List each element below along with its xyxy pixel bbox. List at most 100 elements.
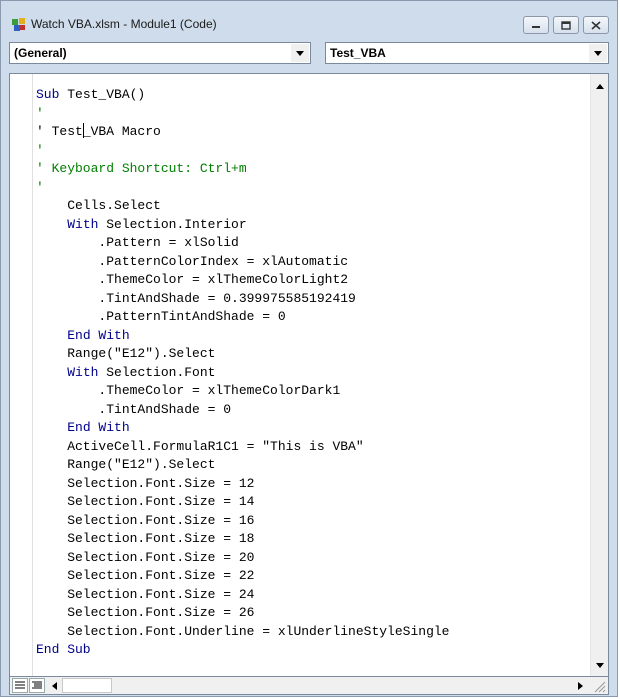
code-line[interactable]: Selection.Font.Size = 22: [36, 567, 449, 586]
code-editor[interactable]: Sub Test_VBA() ' ' Test_VBA Macro ' ' Keyboa…: [9, 73, 609, 677]
code-text-segment: [36, 328, 67, 343]
procedure-dropdown[interactable]: Test_VBA: [325, 42, 609, 64]
code-text-segment: .Pattern = xlSolid: [36, 235, 239, 250]
code-line[interactable]: .Pattern = xlSolid: [36, 234, 449, 253]
code-text-segment: ' Test: [36, 124, 83, 139]
procedure-dropdown-value: Test_VBA: [330, 46, 386, 60]
code-line[interactable]: Selection.Font.Underline = xlUnderlineSt…: [36, 623, 449, 642]
maximize-button[interactable]: [553, 16, 579, 34]
code-text-segment: Selection.Font.Size = 18: [36, 531, 255, 546]
code-text-segment: Cells.Select: [36, 198, 161, 213]
code-line[interactable]: Selection.Font.Size = 18: [36, 530, 449, 549]
object-dropdown[interactable]: (General): [9, 42, 311, 64]
code-text-segment: .TintAndShade = 0.399975585192419: [36, 290, 356, 306]
code-text-segment: Selection.Interior: [106, 216, 247, 232]
code-line[interactable]: Selection.Font.Size = 14: [36, 493, 449, 512]
code-text-segment: .ThemeColor = xlThemeColorDark1: [36, 383, 341, 398]
code-dropdowns: (General) Test_VBA: [9, 42, 609, 66]
code-keyword: With: [67, 216, 107, 232]
code-text-segment: Test_VBA(): [67, 87, 146, 102]
window-title: Watch VBA.xlsm - Module1 (Code): [31, 17, 217, 31]
code-line[interactable]: .PatternColorIndex = xlAutomatic: [36, 253, 449, 272]
code-text-segment: ActiveCell.FormulaR1C1 = "This is VBA": [36, 438, 364, 454]
code-line[interactable]: Sub Test_VBA(): [36, 86, 449, 105]
code-text-segment: Selection.Font.Size = 22: [36, 568, 255, 583]
code-line[interactable]: With Selection.Interior: [36, 216, 449, 235]
object-dropdown-value: (General): [14, 46, 67, 60]
chevron-down-icon[interactable]: [291, 44, 309, 62]
close-button[interactable]: [583, 16, 609, 34]
code-line[interactable]: Range("E12").Select: [36, 456, 449, 475]
vertical-scrollbar[interactable]: [590, 74, 608, 676]
code-line[interactable]: ' Keyboard Shortcut: Ctrl+m: [36, 160, 449, 179]
code-line[interactable]: Selection.Font.Size = 20: [36, 549, 449, 568]
code-comment: ' Keyboard Shortcut: Ctrl+m: [36, 161, 247, 176]
full-module-view-button[interactable]: [29, 678, 45, 693]
code-text-segment: _VBA Macro: [82, 124, 161, 139]
scroll-up-button[interactable]: [591, 78, 608, 95]
code-text-segment: Selection.Font.Size = 20: [36, 549, 255, 565]
code-keyword: With: [67, 364, 107, 380]
code-line[interactable]: Range("E12").Select: [36, 345, 449, 364]
code-line[interactable]: .ThemeColor = xlThemeColorDark1: [36, 382, 449, 401]
arrow-left-icon: [51, 681, 57, 690]
code-line[interactable]: Selection.Font.Size = 24: [36, 586, 449, 605]
code-line[interactable]: Selection.Font.Size = 26: [36, 604, 449, 623]
code-text-segment: Range("E12").Select: [36, 457, 216, 472]
resize-grip-icon[interactable]: [592, 679, 606, 693]
code-text-segment: Selection.Font.Size = 24: [36, 586, 255, 602]
margin-indicator-bar[interactable]: [10, 74, 33, 676]
code-line[interactable]: Selection.Font.Size = 16: [36, 512, 449, 531]
code-text-segment: Range("E12").Select: [36, 346, 216, 361]
vba-app-icon: [12, 18, 25, 31]
code-line[interactable]: ': [36, 142, 449, 161]
code-comment: ': [36, 105, 44, 121]
code-text-segment: [36, 217, 67, 232]
minimize-icon: [532, 26, 540, 28]
code-line[interactable]: With Selection.Font: [36, 364, 449, 383]
code-line[interactable]: ': [36, 179, 449, 198]
code-keyword: End With: [67, 327, 130, 343]
code-line[interactable]: .PatternTintAndShade = 0: [36, 308, 449, 327]
code-text[interactable]: Sub Test_VBA() ' ' Test_VBA Macro ' ' Keyboa…: [36, 86, 449, 660]
code-text-segment: .TintAndShade = 0: [36, 401, 232, 417]
procedure-view-icon: [15, 681, 25, 689]
close-icon: [591, 20, 601, 30]
scroll-left-button[interactable]: [46, 678, 62, 693]
vba-code-window: Watch VBA.xlsm - Module1 (Code) (General…: [0, 0, 618, 697]
code-text-segment: Selection.Font: [106, 364, 216, 380]
code-line[interactable]: Cells.Select: [36, 197, 449, 216]
code-text-segment: Selection.Font.Size = 14: [36, 494, 255, 509]
code-line[interactable]: .TintAndShade = 0: [36, 401, 449, 420]
code-text-segment: .ThemeColor = xlThemeColorLight2: [36, 272, 349, 287]
minimize-button[interactable]: [523, 16, 549, 34]
code-text-segment: Selection.Font.Underline = xlUnderlineSt…: [36, 623, 450, 639]
code-line[interactable]: End Sub: [36, 641, 449, 660]
code-text-segment: Selection.Font.Size = 26: [36, 605, 255, 620]
code-line[interactable]: End With: [36, 419, 449, 438]
arrow-right-icon: [577, 681, 583, 690]
code-line[interactable]: .TintAndShade = 0.399975585192419: [36, 290, 449, 309]
code-text-segment: .PatternTintAndShade = 0: [36, 309, 286, 324]
code-line[interactable]: .ThemeColor = xlThemeColorLight2: [36, 271, 449, 290]
scroll-right-button[interactable]: [572, 678, 588, 693]
code-comment: ': [36, 142, 44, 158]
scroll-down-button[interactable]: [591, 657, 608, 674]
code-text-segment: [36, 365, 67, 380]
title-bar[interactable]: Watch VBA.xlsm - Module1 (Code): [1, 1, 617, 41]
code-text-segment: .PatternColorIndex = xlAutomatic: [36, 253, 349, 269]
horizontal-scrollbar-track[interactable]: [62, 678, 112, 693]
code-keyword: End With: [67, 420, 130, 435]
code-line[interactable]: ' Test_VBA Macro: [36, 123, 449, 142]
code-keyword: End Sub: [36, 642, 91, 657]
arrow-up-icon: [595, 84, 604, 89]
code-text-segment: Selection.Font.Size = 12: [36, 475, 255, 491]
code-line[interactable]: End With: [36, 327, 449, 346]
code-line[interactable]: ': [36, 105, 449, 124]
code-line[interactable]: Selection.Font.Size = 12: [36, 475, 449, 494]
code-text-segment: [36, 420, 67, 435]
code-keyword: Sub: [36, 87, 68, 102]
procedure-view-button[interactable]: [12, 678, 28, 693]
chevron-down-icon[interactable]: [589, 44, 607, 62]
code-line[interactable]: ActiveCell.FormulaR1C1 = "This is VBA": [36, 438, 449, 457]
